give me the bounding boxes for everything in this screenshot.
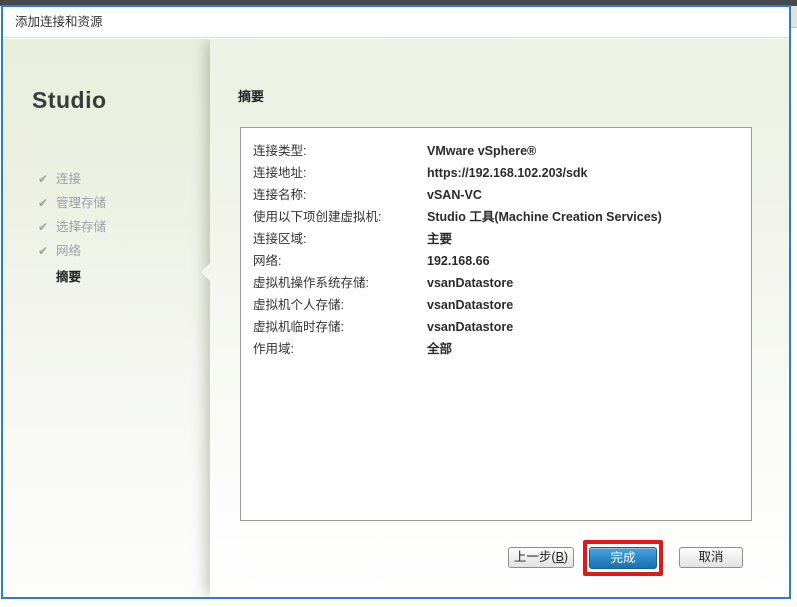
- back-button-accesskey: B: [555, 550, 564, 564]
- summary-row: 连接名称: vSAN-VC: [253, 184, 739, 206]
- cancel-button[interactable]: 取消: [679, 547, 743, 568]
- back-button-label: 上一步(: [513, 550, 556, 564]
- row-value: vSAN-VC: [427, 188, 482, 202]
- summary-row: 网络: 192.168.66: [253, 250, 739, 272]
- back-button[interactable]: 上一步(B): [508, 547, 574, 568]
- step-select-storage[interactable]: ✔ 选择存储: [38, 215, 106, 239]
- row-label: 连接地址:: [253, 166, 307, 180]
- wizard-sidebar: Studio ✔ 连接 ✔ 管理存储 ✔ 选择存储 ✔ 网络 ✔摘要: [3, 39, 210, 597]
- summary-row: 虚拟机临时存储: vsanDatastore: [253, 316, 739, 338]
- row-label: 网络:: [253, 254, 282, 268]
- step-manage-storage[interactable]: ✔ 管理存储: [38, 191, 106, 215]
- step-connection[interactable]: ✔ 连接: [38, 167, 106, 191]
- summary-row: 连接类型: VMware vSphere®: [253, 140, 739, 162]
- row-value: vsanDatastore: [427, 320, 514, 334]
- row-value: vsanDatastore: [427, 298, 514, 312]
- background-window-fragment: [791, 6, 797, 28]
- summary-row: 虚拟机个人存储: vsanDatastore: [253, 294, 739, 316]
- row-label: 虚拟机个人存储:: [253, 298, 344, 312]
- row-label: 连接类型:: [253, 144, 307, 158]
- dialog-title: 添加连接和资源: [15, 15, 103, 29]
- summary-row: 连接地址: https://192.168.102.203/sdk: [253, 162, 739, 184]
- row-label: 虚拟机临时存储:: [253, 320, 344, 334]
- wizard-main-panel: 摘要 连接类型: VMware vSphere® 连接地址: https://192…: [201, 39, 789, 597]
- summary-row: 虚拟机操作系统存储: vsanDatastore: [253, 272, 739, 294]
- row-label: 连接区域:: [253, 232, 307, 246]
- page-title: 摘要: [238, 89, 265, 104]
- finish-button[interactable]: 完成: [589, 547, 657, 569]
- summary-row: 使用以下项创建虚拟机: Studio 工具(Machine Creation Se…: [253, 206, 739, 228]
- step-network[interactable]: ✔ 网络: [38, 239, 106, 263]
- check-icon: ✔: [38, 220, 49, 234]
- check-icon: ✔: [38, 196, 49, 210]
- wizard-steps: ✔ 连接 ✔ 管理存储 ✔ 选择存储 ✔ 网络 ✔摘要: [38, 167, 106, 289]
- back-button-label-suffix: ): [563, 550, 569, 564]
- step-label: 摘要: [56, 270, 82, 284]
- row-value: VMware vSphere®: [427, 144, 537, 158]
- dialog-titlebar: 添加连接和资源: [3, 7, 789, 38]
- summary-row: 连接区域: 主要: [253, 228, 739, 250]
- row-value: Studio 工具(Machine Creation Services): [427, 210, 662, 224]
- row-value: 192.168.66: [427, 254, 490, 268]
- row-label: 虚拟机操作系统存储:: [253, 276, 369, 290]
- row-label: 使用以下项创建虚拟机:: [253, 210, 382, 224]
- row-value: vsanDatastore: [427, 276, 514, 290]
- row-label: 作用域:: [253, 342, 294, 356]
- row-label: 连接名称:: [253, 188, 307, 202]
- row-value: 主要: [427, 232, 453, 246]
- row-value: 全部: [427, 342, 453, 356]
- step-label: 网络: [56, 244, 82, 258]
- current-step-notch: [201, 263, 210, 281]
- step-label: 连接: [56, 172, 82, 186]
- dialog-content: Studio ✔ 连接 ✔ 管理存储 ✔ 选择存储 ✔ 网络 ✔摘要: [3, 39, 789, 597]
- check-icon: ✔: [38, 172, 49, 186]
- check-icon: ✔: [38, 244, 49, 258]
- step-summary-current: ✔摘要: [38, 265, 106, 289]
- add-connection-dialog: 添加连接和资源 Studio ✔ 连接 ✔ 管理存储 ✔ 选择存储 ✔ 网络 ✔摘要: [1, 5, 791, 599]
- summary-row: 作用域: 全部: [253, 338, 739, 360]
- row-value: https://192.168.102.203/sdk: [427, 166, 588, 180]
- summary-box: 连接类型: VMware vSphere® 连接地址: https://192.16…: [240, 127, 752, 521]
- finish-highlight-annotation: 完成: [583, 540, 663, 576]
- studio-brand: Studio: [32, 87, 107, 113]
- step-label: 选择存储: [56, 220, 107, 234]
- step-label: 管理存储: [56, 196, 107, 210]
